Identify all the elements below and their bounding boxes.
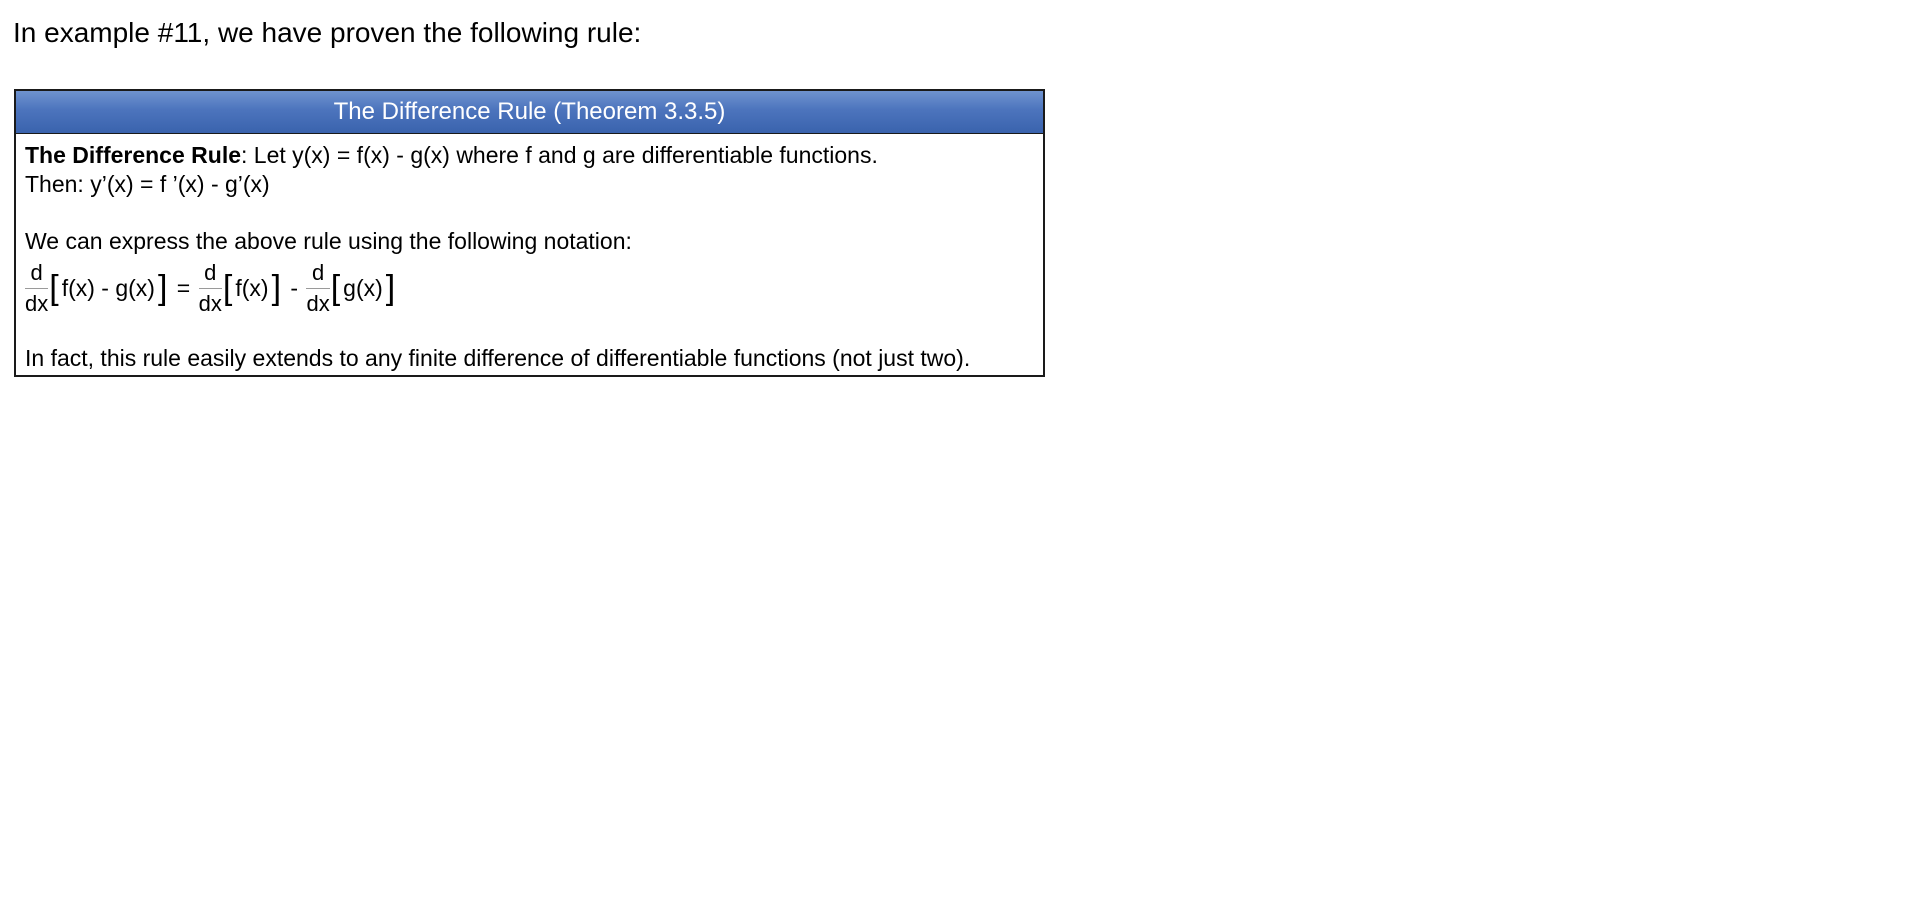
frac-denominator: dx bbox=[25, 290, 49, 316]
frac-denominator: dx bbox=[198, 290, 222, 316]
open-bracket: [ bbox=[222, 269, 233, 307]
formula-equals: = bbox=[170, 274, 197, 301]
formula-term-difference: f(x) - g(x) bbox=[61, 274, 155, 301]
frac-numerator: d bbox=[204, 259, 217, 285]
derivative-operator: d dx bbox=[198, 259, 222, 317]
frac-numerator: d bbox=[30, 259, 43, 285]
difference-rule-formula: d dx [ f(x) - g(x) ] = d dx [ f(x) ] - d… bbox=[25, 256, 1033, 320]
derivative-operator: d dx bbox=[306, 259, 330, 317]
rule-extension-note: In fact, this rule easily extends to any… bbox=[25, 345, 971, 371]
close-bracket: ] bbox=[157, 269, 168, 307]
formula-minus: - bbox=[284, 274, 305, 301]
theorem-header: The Difference Rule (Theorem 3.3.5) bbox=[16, 91, 1043, 134]
open-bracket: [ bbox=[49, 269, 59, 307]
derivative-operator: d dx bbox=[25, 259, 49, 317]
formula-term-f: f(x) bbox=[235, 274, 269, 301]
theorem-body: The Difference Rule: Let y(x) = f(x) - g… bbox=[16, 134, 1043, 373]
rule-statement-text: : Let y(x) = f(x) - g(x) where f and g a… bbox=[241, 142, 878, 168]
rule-conclusion: Then: y’(x) = f ’(x) - g’(x) bbox=[25, 171, 270, 197]
formula-term-g: g(x) bbox=[343, 274, 383, 301]
frac-numerator: d bbox=[311, 259, 325, 285]
frac-denominator: dx bbox=[306, 290, 330, 316]
notation-intro: We can express the above rule using the … bbox=[25, 228, 632, 254]
close-bracket: ] bbox=[271, 269, 282, 307]
intro-text: In example #11, we have proven the follo… bbox=[13, 17, 642, 48]
open-bracket: [ bbox=[330, 269, 341, 307]
close-bracket: ] bbox=[385, 269, 396, 307]
rule-statement: The Difference Rule: Let y(x) = f(x) - g… bbox=[25, 141, 1033, 170]
theorem-box: The Difference Rule (Theorem 3.3.5) The … bbox=[14, 89, 1045, 377]
rule-name: The Difference Rule bbox=[25, 142, 241, 168]
